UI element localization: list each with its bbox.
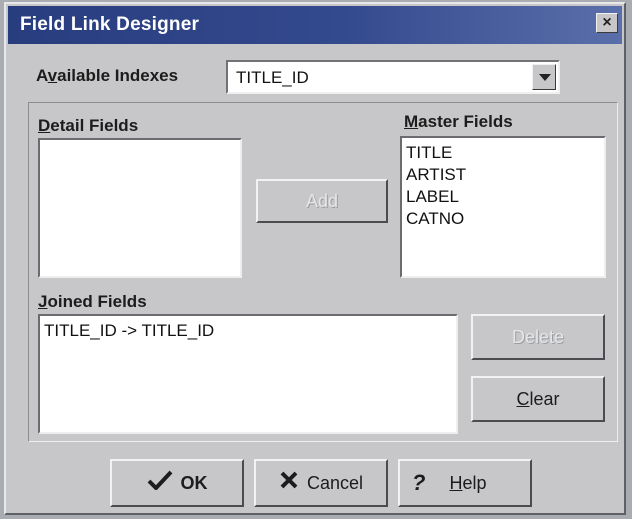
master-fields-listbox[interactable]: TITLE ARTIST LABEL CATNO (400, 136, 606, 278)
list-item[interactable]: CATNO (402, 208, 604, 230)
joined-fields-label: Joined Fields (38, 292, 147, 311)
title-bar[interactable]: Field Link Designer × (8, 6, 622, 44)
available-indexes-combobox[interactable]: TITLE_ID (226, 60, 560, 94)
add-button[interactable]: Add (256, 179, 388, 223)
close-button[interactable]: × (596, 13, 618, 33)
help-button[interactable]: ? Help (398, 459, 532, 507)
close-icon: × (602, 14, 612, 31)
detail-fields-label: Detail Fields (38, 116, 139, 135)
list-item[interactable]: ARTIST (402, 164, 604, 186)
combobox-dropdown-button[interactable] (532, 64, 556, 90)
clear-button[interactable]: Clear (471, 376, 605, 422)
field-link-designer-dialog: Field Link Designer × Available Indexes … (4, 2, 626, 515)
delete-button[interactable]: Delete (471, 314, 605, 360)
window-title: Field Link Designer (20, 14, 200, 35)
available-indexes-value: TITLE_ID (236, 68, 309, 87)
list-item[interactable]: LABEL (402, 186, 604, 208)
ok-button[interactable]: OK (110, 459, 244, 507)
cancel-button[interactable]: Cancel (254, 459, 388, 507)
check-icon (147, 470, 173, 496)
list-item[interactable]: TITLE (402, 142, 604, 164)
joined-fields-listbox[interactable]: TITLE_ID -> TITLE_ID (38, 314, 458, 434)
chevron-down-icon (539, 74, 551, 81)
x-icon (279, 470, 299, 496)
list-item[interactable]: TITLE_ID -> TITLE_ID (40, 320, 456, 342)
detail-fields-listbox[interactable] (38, 138, 242, 278)
master-fields-label: Master Fields (404, 112, 513, 131)
available-indexes-label: Available Indexes (36, 66, 179, 85)
question-icon: ? (412, 470, 426, 495)
